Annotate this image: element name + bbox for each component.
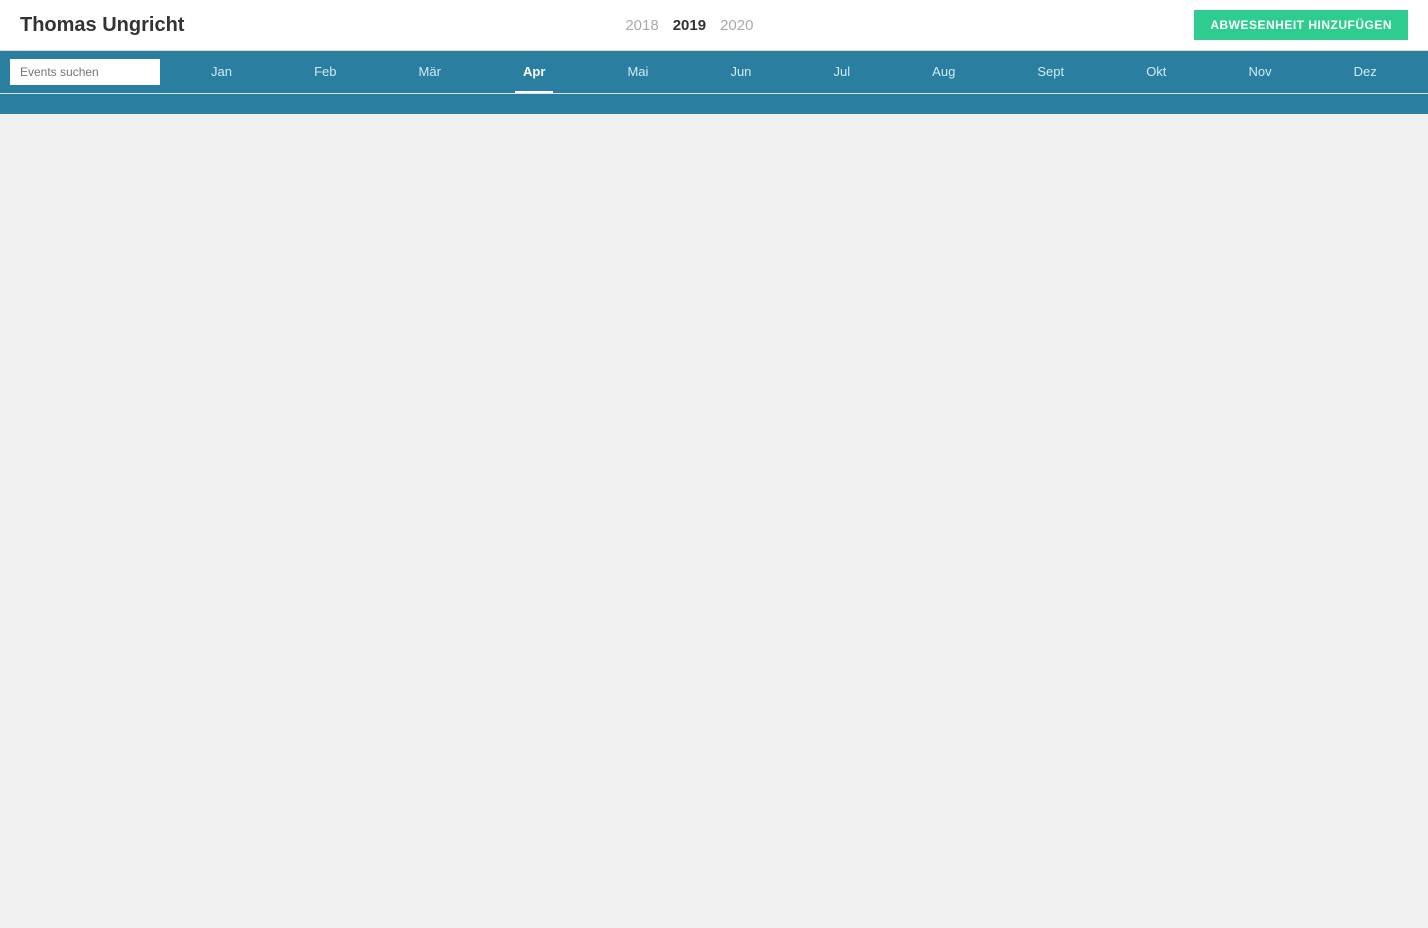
month-feb[interactable]: Feb [306,52,344,93]
year-2019[interactable]: 2019 [673,17,706,34]
month-apr[interactable]: Apr [515,52,553,93]
month-jul[interactable]: Jul [825,52,858,93]
month-sept[interactable]: Sept [1029,52,1072,93]
month-navigation: Jan Feb Mär Apr Mai Jun Jul Aug Sept Okt Nov Dez [0,51,1428,93]
page-title: Thomas Ungricht [20,14,184,37]
year-navigation: 2018 2019 2020 [625,17,753,34]
months-list: Jan Feb Mär Apr Mai Jun Jul Aug Sept Okt Nov Dez [170,52,1418,93]
month-nov[interactable]: Nov [1240,52,1279,93]
month-jun[interactable]: Jun [722,52,759,93]
year-2018[interactable]: 2018 [625,17,658,34]
calendar-grid [0,93,1428,94]
add-absence-button[interactable]: ABWESENHEIT HINZUFÜGEN [1194,10,1408,40]
footer-navigation [0,94,1428,114]
search-input[interactable] [10,59,160,85]
month-mär[interactable]: Mär [411,52,449,93]
month-okt[interactable]: Okt [1138,52,1174,93]
month-dez[interactable]: Dez [1346,52,1385,93]
month-jan[interactable]: Jan [203,52,240,93]
month-aug[interactable]: Aug [924,52,963,93]
month-mai[interactable]: Mai [619,52,656,93]
year-2020[interactable]: 2020 [720,17,753,34]
